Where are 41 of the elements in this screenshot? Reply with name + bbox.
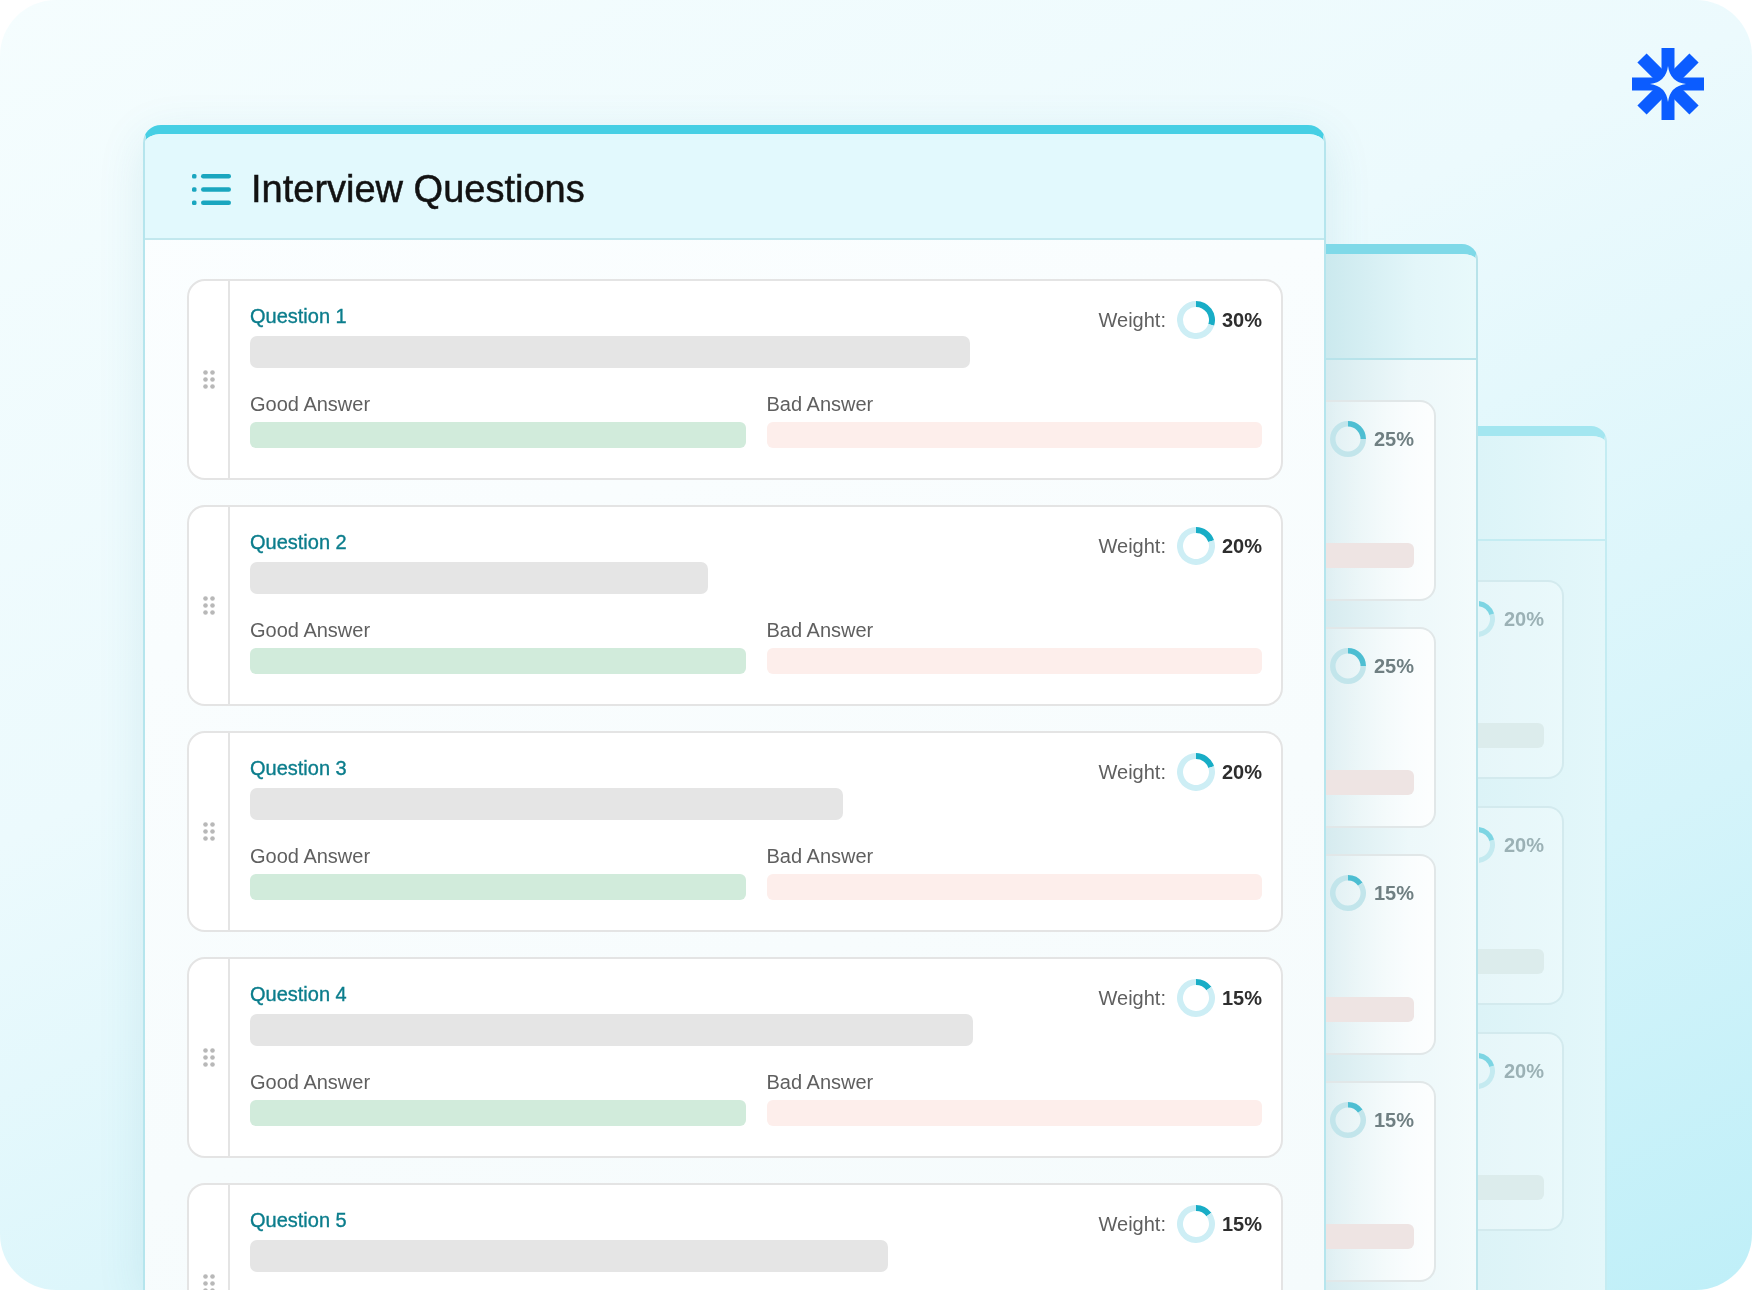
drag-handle-icon[interactable] — [202, 822, 215, 841]
bad-answer-label: Bad Answer — [766, 845, 874, 867]
weight-label: Weight: — [1098, 1212, 1166, 1236]
answer-bar — [1478, 949, 1544, 974]
good-answer-label: Good Answer — [250, 845, 371, 867]
drag-handle-icon[interactable] — [202, 596, 215, 615]
weight-label: Weight: — [1098, 760, 1166, 784]
answer-bar — [1478, 1175, 1544, 1200]
question-label: Question 3 — [250, 756, 347, 780]
weight-value: 20% — [1503, 1059, 1544, 1083]
question-label: Question 5 — [250, 1208, 347, 1232]
weight-value: 20% — [1221, 534, 1262, 558]
weight-value: 20% — [1221, 760, 1262, 784]
weight-value: 25% — [1373, 427, 1414, 451]
drag-handle-icon[interactable] — [202, 1274, 215, 1290]
weight-value: 15% — [1221, 1212, 1262, 1236]
bad-answer-label: Bad Answer — [766, 619, 874, 641]
weight-value: 20% — [1503, 607, 1544, 631]
good-answer-label: Good Answer — [250, 619, 371, 641]
weight-value: 15% — [1373, 1108, 1414, 1132]
good-answer-label: Good Answer — [250, 393, 371, 415]
question-label: Question 2 — [250, 530, 347, 554]
question-label: Question 4 — [250, 982, 347, 1006]
weight-label: Weight: — [1098, 534, 1166, 558]
answer-bar — [1478, 723, 1544, 748]
weight-value: 20% — [1503, 833, 1544, 857]
bad-answer-label: Bad Answer — [766, 1071, 874, 1093]
weight-value: 25% — [1373, 654, 1414, 678]
good-answer-label: Good Answer — [250, 1071, 371, 1093]
bad-answer-label: Bad Answer — [766, 393, 874, 415]
weight-value: 30% — [1221, 308, 1262, 332]
weight-label: Weight: — [1098, 986, 1166, 1010]
list-icon — [192, 173, 231, 205]
drag-handle-icon[interactable] — [202, 1048, 215, 1067]
weight-value: 15% — [1373, 881, 1414, 905]
drag-handle-icon[interactable] — [202, 370, 215, 389]
panel-title: Interview Questions — [251, 168, 585, 210]
asterisk-logo-icon — [1632, 48, 1704, 120]
question-label: Question 1 — [250, 304, 347, 328]
weight-label: Weight: — [1098, 308, 1166, 332]
weight-value: 15% — [1221, 986, 1262, 1010]
